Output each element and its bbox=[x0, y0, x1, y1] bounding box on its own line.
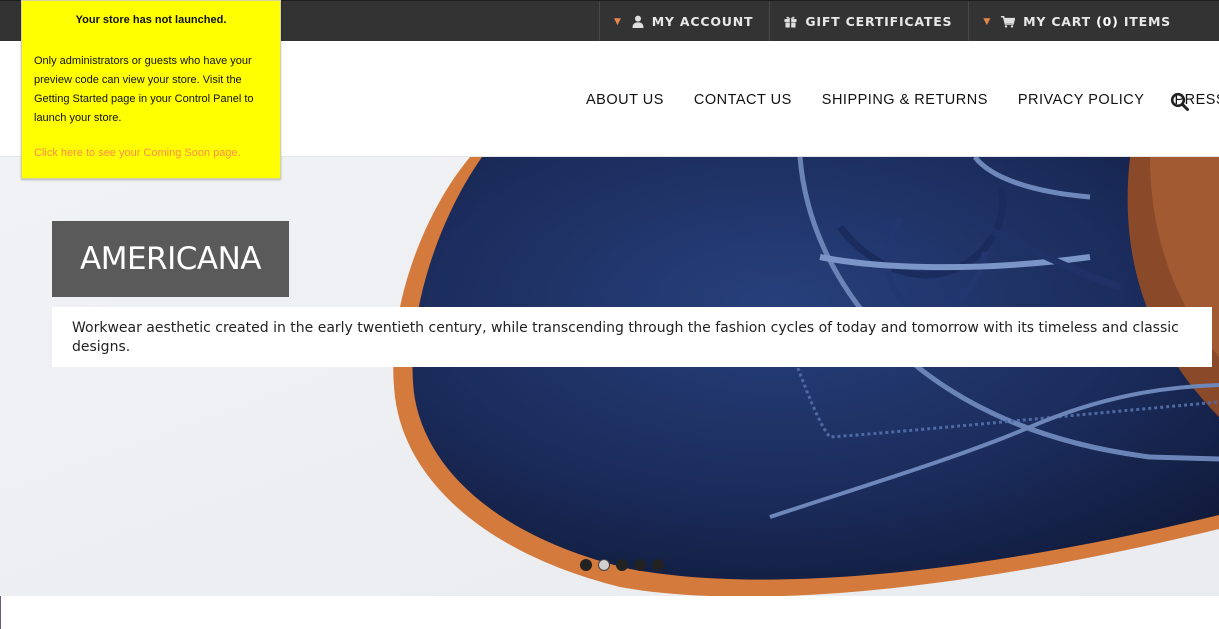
coming-soon-link[interactable]: Click here to see your Coming Soon page. bbox=[34, 147, 268, 159]
carousel-dots bbox=[580, 559, 670, 571]
notice-title: Your store has not launched. bbox=[75, 14, 227, 26]
carousel-dot-2[interactable] bbox=[598, 559, 610, 571]
carousel-dot-1[interactable] bbox=[580, 559, 592, 571]
cart-count: (0) bbox=[1096, 14, 1119, 29]
carousel-dot-4[interactable] bbox=[634, 559, 646, 571]
my-cart-link[interactable]: ▼ MY CART (0) ITEMS bbox=[968, 1, 1219, 42]
gift-certificates-link[interactable]: GIFT CERTIFICATES bbox=[769, 1, 968, 42]
carousel-dot-5[interactable] bbox=[652, 559, 664, 571]
store-not-launched-notice: Your store has not launched. Only admini… bbox=[21, 0, 281, 179]
nav-about-us[interactable]: ABOUT US bbox=[586, 92, 664, 108]
hero-carousel: AMERICANA Workwear aesthetic created in … bbox=[0, 157, 1219, 596]
carousel-dot-3[interactable] bbox=[616, 559, 628, 571]
nav-contact-us[interactable]: CONTACT US bbox=[694, 92, 792, 108]
hero-description: Workwear aesthetic created in the early … bbox=[52, 307, 1212, 367]
chevron-down-icon: ▼ bbox=[613, 16, 622, 27]
gift-certificates-label: GIFT CERTIFICATES bbox=[805, 14, 953, 29]
cart-items-label: ITEMS bbox=[1123, 14, 1171, 29]
chevron-down-icon: ▼ bbox=[983, 16, 992, 27]
cart-icon bbox=[1001, 15, 1016, 28]
utility-links: ▼ MY ACCOUNT GIFT CERTIFICATES ▼ MY CART… bbox=[598, 1, 1219, 42]
search-button[interactable] bbox=[1170, 92, 1192, 114]
my-account-link[interactable]: ▼ MY ACCOUNT bbox=[598, 1, 769, 42]
nav-shipping-returns[interactable]: SHIPPING & RETURNS bbox=[822, 92, 988, 108]
nav-privacy-policy[interactable]: PRIVACY POLICY bbox=[1018, 92, 1145, 108]
hero-title: AMERICANA bbox=[52, 221, 289, 297]
my-cart-label: MY CART bbox=[1023, 14, 1091, 29]
search-icon bbox=[1170, 92, 1189, 111]
my-account-label: MY ACCOUNT bbox=[651, 14, 754, 29]
gift-icon bbox=[784, 15, 797, 28]
notice-body: Only administrators or guests who have y… bbox=[34, 55, 254, 124]
user-icon bbox=[632, 15, 644, 28]
main-nav: ABOUT US CONTACT US SHIPPING & RETURNS P… bbox=[571, 92, 1219, 108]
